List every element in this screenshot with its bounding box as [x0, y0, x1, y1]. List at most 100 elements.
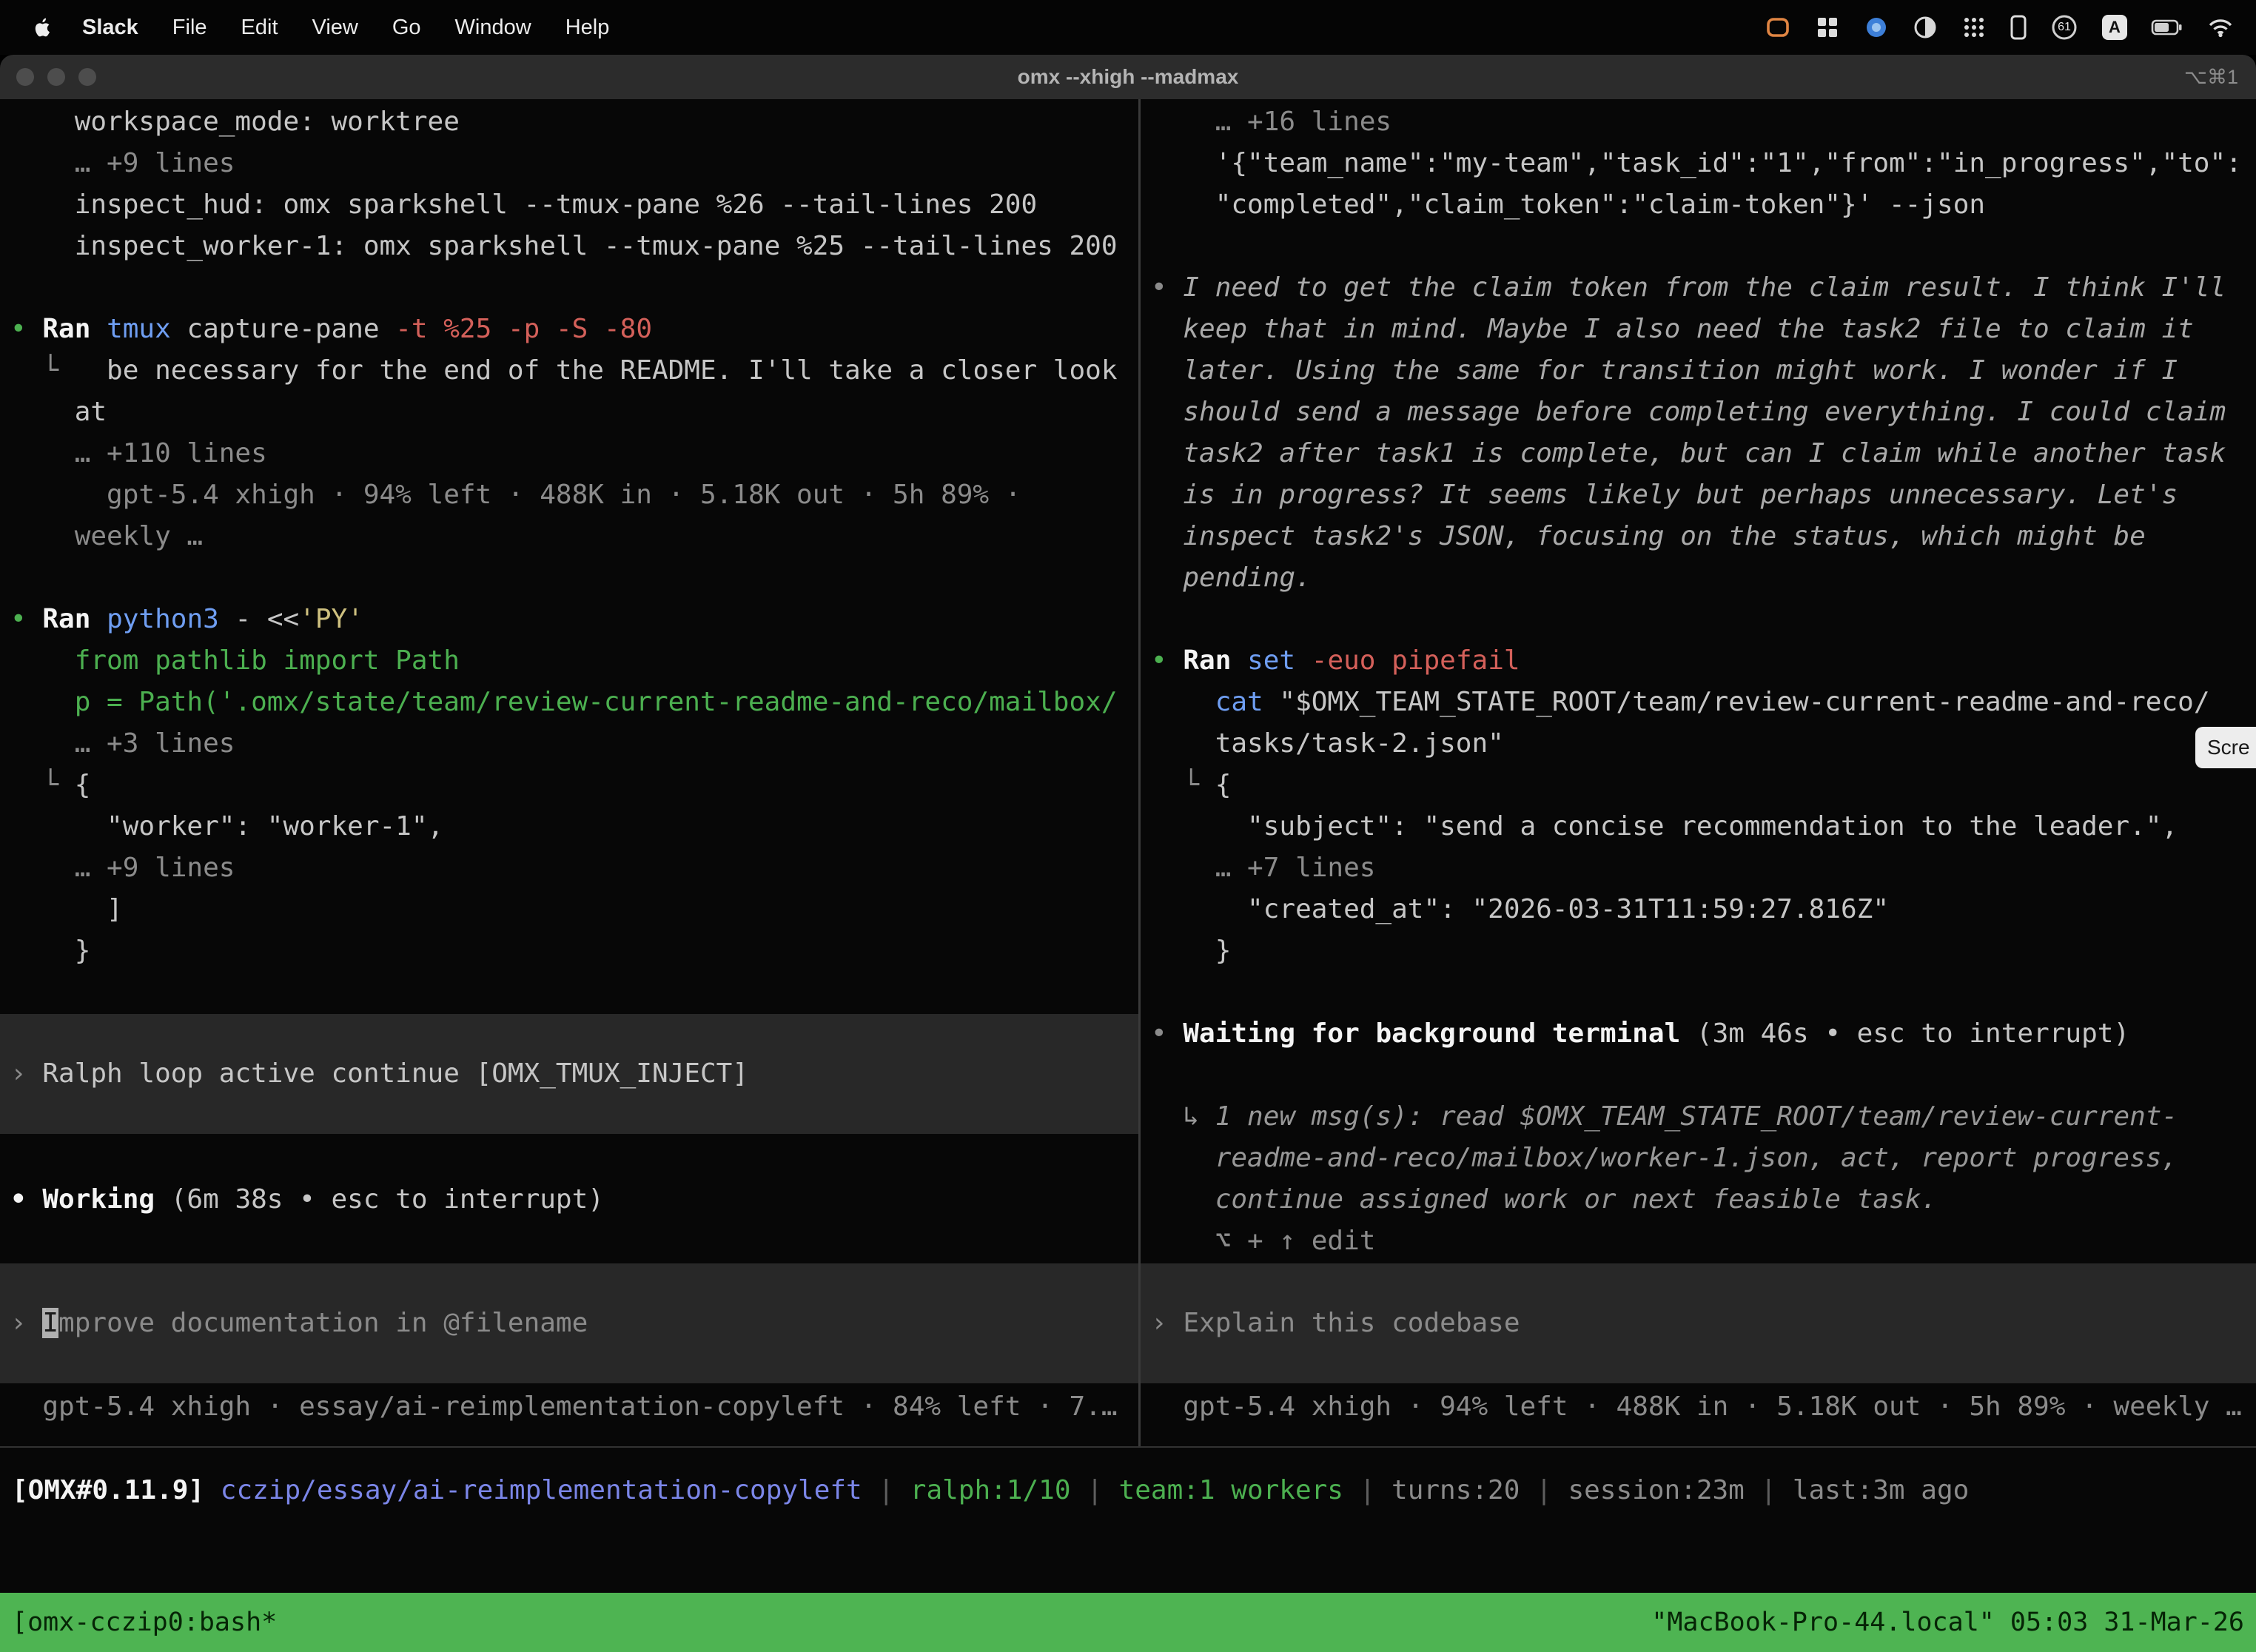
terminal-line: workspace_mode: worktree	[10, 101, 1138, 143]
terminal-line: weekly …	[10, 516, 1138, 557]
tmux-host-clock: "MacBook-Pro-44.local" 05:03 31-Mar-26	[1651, 1608, 2244, 1637]
menu-item-view[interactable]: View	[295, 16, 375, 40]
menu-item-go[interactable]: Go	[375, 16, 438, 40]
menu-item-window[interactable]: Window	[438, 16, 548, 40]
zoom-button[interactable]	[78, 68, 96, 86]
left-input-placeholder: › Improve documentation in @filename	[10, 1303, 588, 1344]
terminal-line: from pathlib import Path	[10, 640, 1138, 682]
tmux-pane-right[interactable]: … +16 lines '{"team_name":"my-team","tas…	[1141, 99, 2256, 1446]
terminal-line: tasks/task-2.json"	[1151, 723, 2256, 765]
minimize-button[interactable]	[47, 68, 65, 86]
wifi-icon[interactable]	[2207, 16, 2234, 38]
dots-grid-icon[interactable]	[1961, 15, 1987, 40]
omx-status-line: [OMX#0.11.9] cczip/essay/ai-reimplementa…	[12, 1470, 1969, 1511]
menu-item-edit[interactable]: Edit	[224, 16, 295, 40]
menu-item-slack[interactable]: Slack	[65, 16, 155, 40]
terminal-line: └ be necessary for the end of the README…	[10, 350, 1138, 392]
terminal-line: … +110 lines	[10, 433, 1138, 474]
terminal-line: inspect_worker-1: omx sparkshell --tmux-…	[10, 226, 1138, 267]
terminal-line: • Ran python3 - <<'PY'	[10, 599, 1138, 640]
battery-icon[interactable]	[2151, 14, 2183, 41]
left-session-footer: gpt-5.4 xhigh · essay/ai-reimplementatio…	[10, 1386, 1118, 1428]
terminal-line: ↳ 1 new msg(s): read $OMX_TEAM_STATE_ROO…	[1151, 1096, 2256, 1138]
terminal-line	[1151, 972, 2256, 1013]
inject-message-box[interactable]: › Ralph loop active continue [OMX_TMUX_I…	[0, 1014, 1138, 1134]
terminal-line: └ {	[10, 765, 1138, 806]
terminal-line: is in progress? It seems likely but perh…	[1151, 474, 2256, 516]
terminal-line: readme-and-reco/mailbox/worker-1.json, a…	[1151, 1138, 2256, 1179]
app-menus: SlackFileEditViewGoWindowHelp	[65, 16, 626, 40]
screen-notification-text: Scre	[2207, 736, 2250, 759]
battery-gauge-icon[interactable]: 61	[2050, 13, 2078, 41]
inject-message-text: › Ralph loop active continue [OMX_TMUX_I…	[10, 1053, 748, 1095]
iphone-icon[interactable]	[2010, 14, 2027, 41]
left-scrollback: workspace_mode: worktree … +9 lines insp…	[0, 99, 1138, 972]
terminal-line: ]	[10, 889, 1138, 930]
tmux-status-bar: [omx-cczip0:bash* "MacBook-Pro-44.local"…	[0, 1593, 2256, 1652]
terminal-line: }	[1151, 930, 2256, 972]
terminal-line: … +9 lines	[10, 847, 1138, 889]
terminal-line: inspect task2's JSON, focusing on the st…	[1151, 516, 2256, 557]
terminal-line: }	[10, 930, 1138, 972]
left-input-box[interactable]: › Improve documentation in @filename	[0, 1263, 1138, 1383]
terminal-line	[1151, 226, 2256, 267]
terminal-line: • I need to get the claim token from the…	[1151, 267, 2256, 309]
terminal-line: "worker": "worker-1",	[10, 806, 1138, 847]
terminal-line: ⌥ + ↑ edit	[1151, 1220, 2256, 1262]
input-source-letter: A	[2102, 15, 2127, 40]
terminal-line	[1151, 1055, 2256, 1096]
tmux-pane-left[interactable]: workspace_mode: worktree … +9 lines insp…	[0, 99, 1138, 1446]
screen: SlackFileEditViewGoWindowHelp	[0, 0, 2256, 1652]
menu-bar-status-icons: 61 A	[1765, 13, 2234, 41]
terminal-line: cat "$OMX_TEAM_STATE_ROOT/team/review-cu…	[1151, 682, 2256, 723]
terminal-line: at	[10, 392, 1138, 433]
battery-gauge-value: 61	[2050, 13, 2078, 41]
window-title-bar[interactable]: omx --xhigh --madmax ⌥⌘1	[0, 55, 2256, 99]
terminal-line: inspect_hud: omx sparkshell --tmux-pane …	[10, 184, 1138, 226]
terminal-line: keep that in mind. Maybe I also need the…	[1151, 309, 2256, 350]
hud-divider	[0, 1446, 2256, 1448]
grid-icon[interactable]	[1815, 15, 1840, 40]
right-scrollback: … +16 lines '{"team_name":"my-team","tas…	[1141, 99, 2256, 1262]
terminal-line: "completed","claim_token":"claim-token"}…	[1151, 184, 2256, 226]
menu-bar: SlackFileEditViewGoWindowHelp	[0, 0, 2256, 55]
menu-bar-left: SlackFileEditViewGoWindowHelp	[31, 16, 626, 40]
terminal-line: └ {	[1151, 765, 2256, 806]
tmux-session-info: [omx-cczip0:bash*	[12, 1608, 277, 1637]
terminal-line	[1151, 599, 2256, 640]
terminal-line: continue assigned work or next feasible …	[1151, 1179, 2256, 1220]
window-shortcut-hint: ⌥⌘1	[2184, 66, 2238, 89]
terminal-line: gpt-5.4 xhigh · 94% left · 488K in · 5.1…	[10, 474, 1138, 516]
terminal-line: • Ran tmux capture-pane -t %25 -p -S -80	[10, 309, 1138, 350]
terminal-line: task2 after task1 is complete, but can I…	[1151, 433, 2256, 474]
right-input-box[interactable]: › Explain this codebase	[1141, 1263, 2256, 1383]
terminal-line: should send a message before completing …	[1151, 392, 2256, 433]
terminal-line: "subject": "send a concise recommendatio…	[1151, 806, 2256, 847]
terminal-line	[10, 267, 1138, 309]
right-session-footer: gpt-5.4 xhigh · 94% left · 488K in · 5.1…	[1151, 1386, 2242, 1428]
terminal-line: … +16 lines	[1151, 101, 2256, 143]
half-moon-icon[interactable]	[1913, 15, 1938, 40]
screen-notification[interactable]: Scre	[2195, 727, 2256, 768]
terminal-line: • Ran set -euo pipefail	[1151, 640, 2256, 682]
close-button[interactable]	[16, 68, 34, 86]
terminal-line: "created_at": "2026-03-31T11:59:27.816Z"	[1151, 889, 2256, 930]
blue-app-icon[interactable]	[1864, 15, 1889, 40]
working-status-line: • Working (6m 38s • esc to interrupt)	[10, 1179, 604, 1220]
screen-recording-icon[interactable]	[1765, 14, 1791, 41]
terminal-content: workspace_mode: worktree … +9 lines insp…	[0, 99, 2256, 1652]
terminal-line: … +3 lines	[10, 723, 1138, 765]
terminal-line	[10, 557, 1138, 599]
menu-item-file[interactable]: File	[155, 16, 224, 40]
terminal-line: • Waiting for background terminal (3m 46…	[1151, 1013, 2256, 1055]
right-input-placeholder: › Explain this codebase	[1151, 1303, 1520, 1344]
terminal-line: … +7 lines	[1151, 847, 2256, 889]
terminal-line: '{"team_name":"my-team","task_id":"1","f…	[1151, 143, 2256, 184]
apple-menu-icon[interactable]	[31, 16, 55, 39]
input-source-icon[interactable]: A	[2102, 15, 2127, 40]
menu-item-help[interactable]: Help	[548, 16, 627, 40]
window-title: omx --xhigh --madmax	[1018, 65, 1239, 89]
terminal-line: later. Using the same for transition mig…	[1151, 350, 2256, 392]
terminal-line: p = Path('.omx/state/team/review-current…	[10, 682, 1138, 723]
terminal-line: pending.	[1151, 557, 2256, 599]
